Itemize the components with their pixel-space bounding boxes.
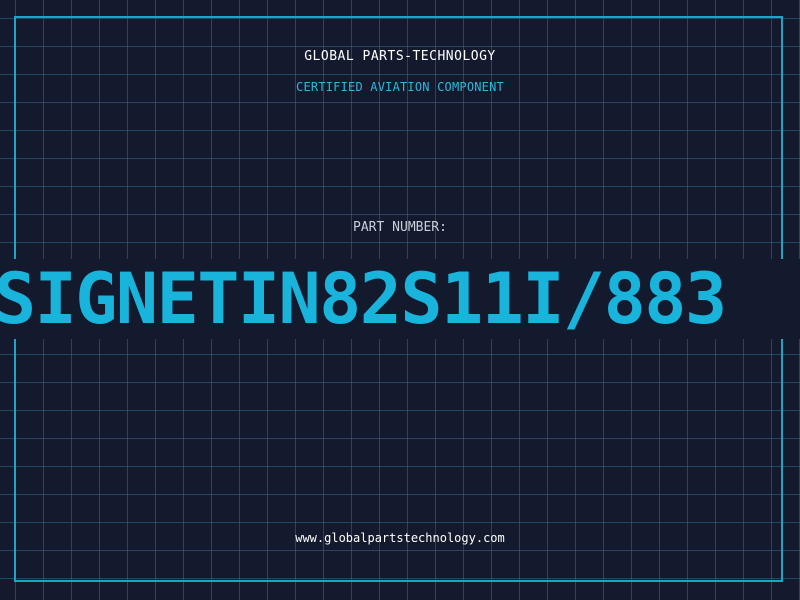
company-name: GLOBAL PARTS-TECHNOLOGY [304,49,496,64]
tagline: CERTIFIED AVIATION COMPONENT [296,80,504,94]
certificate-canvas: GLOBAL PARTS-TECHNOLOGY CERTIFIED AVIATI… [0,0,800,600]
part-number-label: PART NUMBER: [353,220,447,235]
part-number-value: SIGNETIN82S11I/883 [0,258,727,340]
website-link[interactable]: www.globalpartstechnology.com [0,531,800,545]
